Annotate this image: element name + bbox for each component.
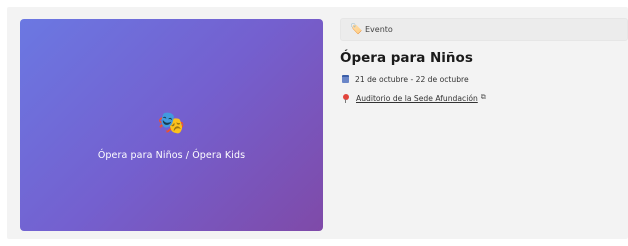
event-type-label: Evento — [365, 25, 393, 34]
event-cover-image[interactable]: 🎭 Ópera para Niños / Ópera Kids — [20, 19, 323, 231]
map-pin-icon — [343, 94, 349, 103]
event-date-row: 21 de octubre - 22 de octubre — [341, 75, 469, 85]
cover-title: Ópera para Niños / Ópera Kids — [97, 150, 246, 161]
event-type-badge: 🏷️ Evento — [340, 18, 628, 41]
event-date-range: 21 de octubre - 22 de octubre — [355, 75, 469, 84]
calendar-icon — [342, 75, 349, 83]
tag-icon: 🏷️ — [350, 24, 363, 35]
venue-link[interactable]: Auditorio de la Sede Afundación — [356, 94, 478, 103]
event-venue-row: Auditorio de la Sede Afundación ⧉ — [341, 92, 486, 104]
external-link-icon[interactable]: ⧉ — [481, 92, 486, 102]
theater-masks-icon: 🎭 — [157, 111, 186, 136]
event-title: Ópera para Niños — [340, 50, 473, 66]
